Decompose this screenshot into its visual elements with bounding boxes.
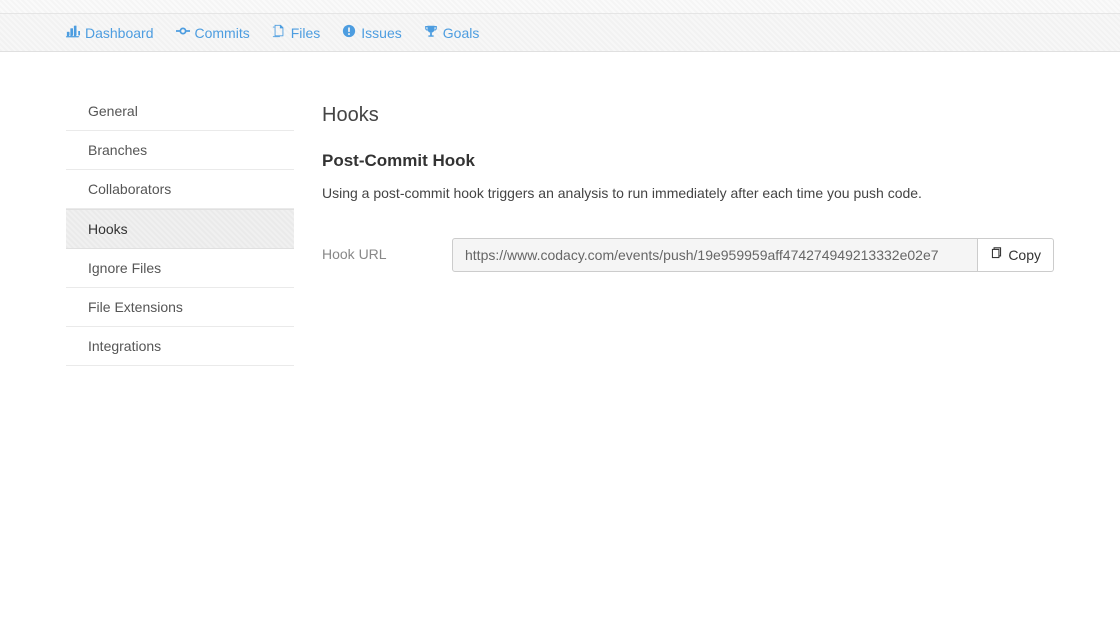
nav-label: Issues [361,25,401,41]
nav-label: Commits [195,25,250,41]
hook-url-input[interactable] [452,238,978,272]
nav-dashboard[interactable]: Dashboard [66,24,154,41]
copy-label: Copy [1008,247,1041,263]
sidebar: General Branches Collaborators Hooks Ign… [66,92,294,366]
page-title: Hooks [322,104,1054,127]
hook-url-label: Hook URL [322,238,422,262]
sidebar-item-label: General [88,103,138,119]
sidebar-item-general[interactable]: General [66,92,294,131]
sidebar-item-file-extensions[interactable]: File Extensions [66,288,294,327]
files-icon [272,24,286,41]
sidebar-item-label: Collaborators [88,181,171,197]
alert-icon [342,24,356,41]
sidebar-item-label: Branches [88,142,147,158]
sidebar-item-ignore-files[interactable]: Ignore Files [66,249,294,288]
nav-label: Dashboard [85,25,154,41]
copy-icon [990,247,1003,263]
main-container: General Branches Collaborators Hooks Ign… [0,52,1120,406]
sidebar-item-label: Integrations [88,338,161,354]
nav-label: Files [291,25,321,41]
nav-files[interactable]: Files [272,24,321,41]
sidebar-item-branches[interactable]: Branches [66,131,294,170]
commit-icon [176,24,190,41]
hook-url-input-group: Copy [452,238,1054,272]
sidebar-item-label: Ignore Files [88,260,161,276]
sidebar-item-collaborators[interactable]: Collaborators [66,170,294,209]
section-title: Post-Commit Hook [322,151,1054,171]
main-content: Hooks Post-Commit Hook Using a post-comm… [322,92,1054,366]
copy-button[interactable]: Copy [978,238,1054,272]
bar-chart-icon [66,24,80,41]
sidebar-item-integrations[interactable]: Integrations [66,327,294,366]
nav-goals[interactable]: Goals [424,24,480,41]
description: Using a post-commit hook triggers an ana… [322,183,1054,204]
sidebar-item-hooks[interactable]: Hooks [66,209,294,249]
trophy-icon [424,24,438,41]
sidebar-item-label: Hooks [88,221,128,237]
nav-bar: Dashboard Commits Files Issues Goals [0,14,1120,52]
nav-label: Goals [443,25,480,41]
hook-url-row: Hook URL Copy [322,238,1054,272]
nav-commits[interactable]: Commits [176,24,250,41]
top-header [0,0,1120,14]
sidebar-item-label: File Extensions [88,299,183,315]
nav-issues[interactable]: Issues [342,24,401,41]
